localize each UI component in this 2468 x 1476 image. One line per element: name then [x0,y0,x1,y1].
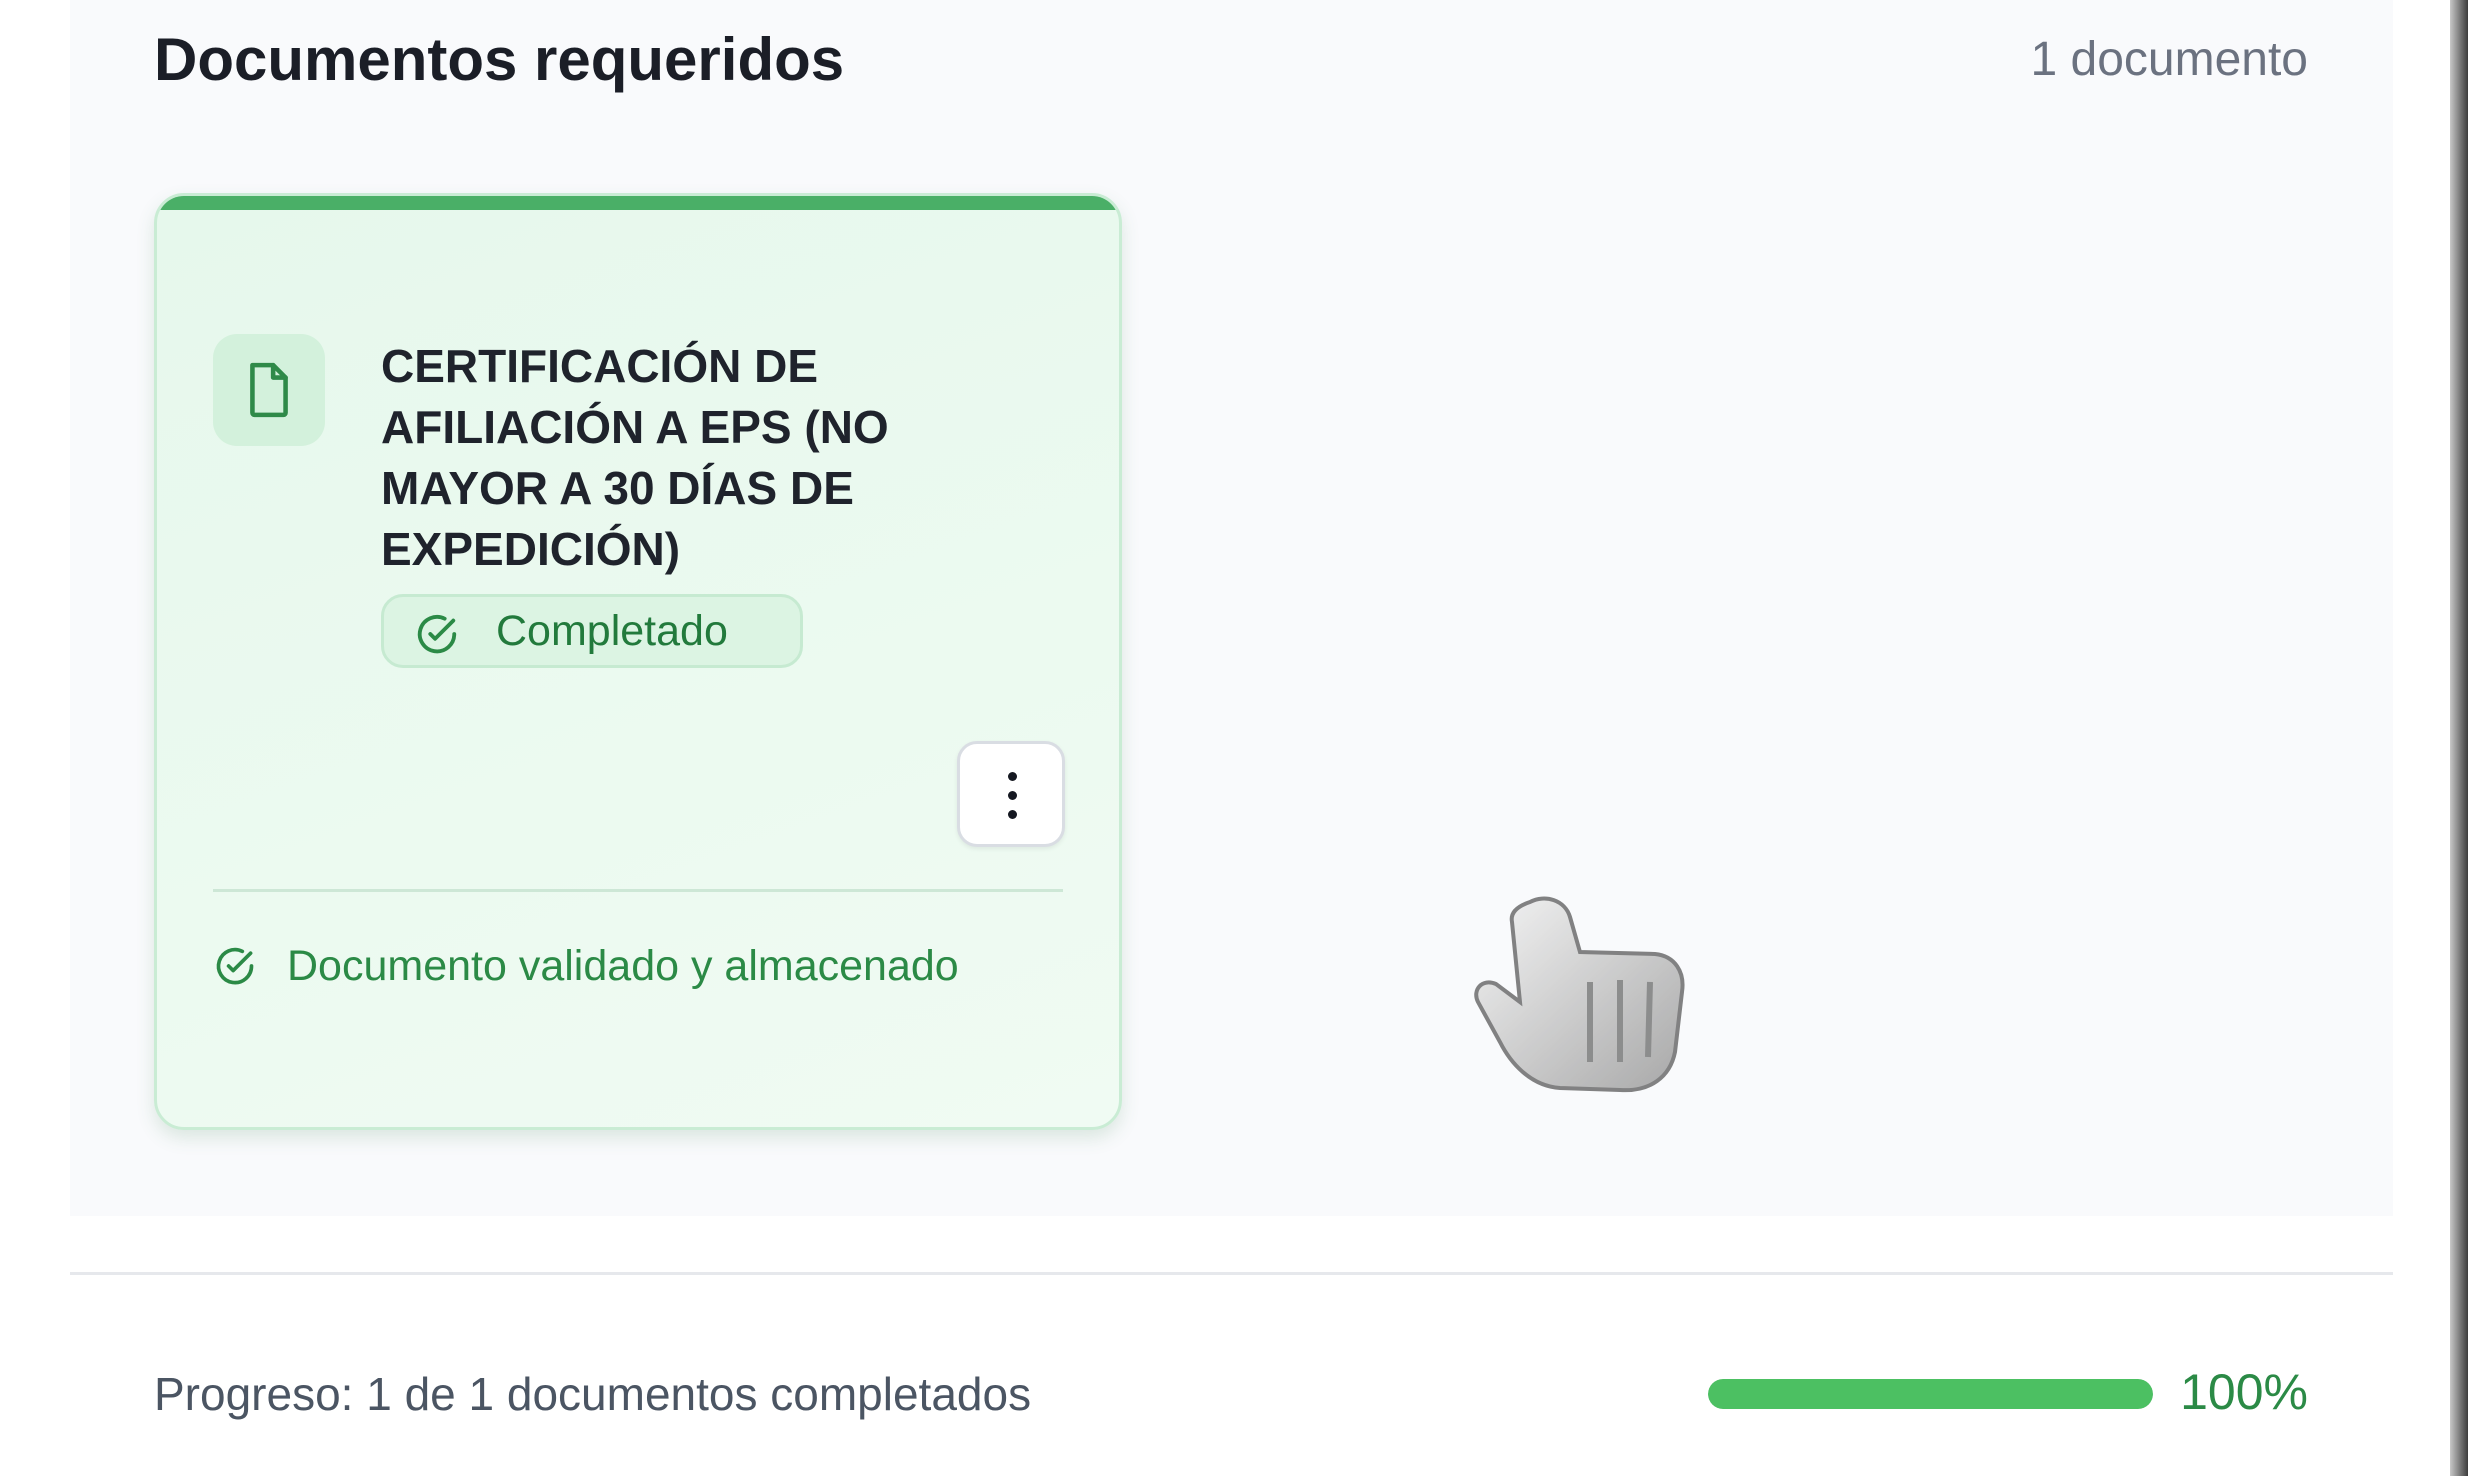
window-edge [2450,0,2468,1476]
document-count: 1 documento [2030,33,2308,86]
status-label: Completado [496,606,728,655]
status-badge: Completado [381,594,803,668]
more-vertical-icon-dot [1008,810,1017,819]
section-title: Documentos requeridos [154,26,845,93]
validation-status: Documento validado y almacenado [213,938,959,994]
file-icon [250,362,288,418]
progress-label: Progreso: 1 de 1 documentos completados [154,1368,1032,1420]
card-divider [213,889,1063,892]
validation-text: Documento validado y almacenado [287,941,959,990]
progress-bar-fill [1708,1379,2153,1409]
hand-cursor-icon [1474,896,1685,1093]
more-options-button[interactable] [957,741,1065,847]
footer-divider [70,1272,2393,1275]
document-title: CERTIFICACIÓN DE AFILIACIÓN A EPS (NO MA… [381,340,889,575]
more-vertical-icon [1008,772,1017,781]
check-circle-icon [417,614,457,654]
check-circle-icon [216,947,254,985]
progress-percent: 100% [2180,1364,2308,1420]
progress-bar [1708,1379,2153,1409]
document-icon-container [213,334,325,446]
document-card[interactable]: CERTIFICACIÓN DE AFILIACIÓN A EPS (NO MA… [154,193,1122,1130]
card-status-bar [157,196,1119,210]
more-vertical-icon-dot [1008,791,1017,800]
